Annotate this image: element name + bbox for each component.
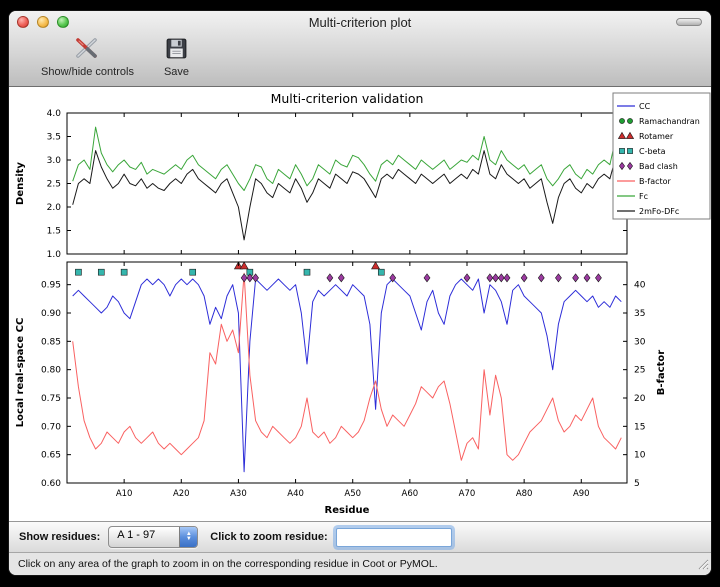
svg-text:CC: CC: [639, 102, 651, 111]
svg-text:0.75: 0.75: [41, 394, 61, 404]
svg-text:Fc: Fc: [639, 192, 648, 201]
svg-text:A20: A20: [173, 489, 190, 499]
svg-text:0.60: 0.60: [41, 479, 61, 489]
status-bar: Click on any area of the graph to zoom i…: [9, 552, 711, 575]
svg-text:A70: A70: [459, 489, 476, 499]
svg-text:Local real-space CC: Local real-space CC: [15, 318, 26, 428]
svg-text:Ramachandran: Ramachandran: [639, 117, 700, 126]
svg-text:15: 15: [634, 422, 645, 432]
close-button[interactable]: [17, 16, 29, 28]
svg-text:Rotamer: Rotamer: [639, 132, 674, 141]
multi-criterion-plot-canvas[interactable]: Multi-criterion validation 1.0 1.5 2.0 2.5 3.…: [9, 87, 711, 521]
svg-text:Bad clash: Bad clash: [639, 162, 678, 171]
resize-grip[interactable]: [696, 557, 709, 573]
svg-text:3.5: 3.5: [47, 133, 61, 143]
svg-text:A30: A30: [230, 489, 247, 499]
window-chrome: Multi-criterion plot Show/hide controls: [9, 11, 711, 87]
show-hide-controls-label: Show/hide controls: [41, 66, 134, 78]
desktop-background: { "window": { "title": "Multi-criterion …: [0, 0, 720, 587]
popup-stepper-icon: ▲▼: [179, 527, 197, 547]
bottom-controls: Show residues: A 1 - 97 ▲▼ Click to zoom…: [9, 521, 711, 552]
cc-bfactor-plot: 0.60 0.65 0.70 0.75 0.80 0.85 0.90 0.95 5 10 15 20 2…: [15, 262, 667, 516]
show-hide-controls-button[interactable]: Show/hide controls: [41, 36, 134, 78]
svg-text:3.0: 3.0: [47, 156, 62, 166]
plot-area: Multi-criterion validation 1.0 1.5 2.0 2.5 3.…: [9, 87, 711, 521]
toolbar: Show/hide controls Save: [9, 33, 711, 86]
svg-text:0.80: 0.80: [41, 366, 61, 376]
minimize-button[interactable]: [37, 16, 49, 28]
toolbar-toggle-button[interactable]: [676, 18, 702, 26]
svg-text:40: 40: [634, 281, 646, 291]
svg-text:A50: A50: [344, 489, 361, 499]
svg-text:A80: A80: [516, 489, 533, 499]
svg-text:0.65: 0.65: [41, 451, 61, 461]
multi-criterion-plot-window: Multi-criterion plot Show/hide controls: [8, 10, 712, 576]
svg-text:Multi-criterion validation: Multi-criterion validation: [271, 91, 424, 106]
window-title: Multi-criterion plot: [9, 15, 711, 30]
svg-text:B-factor: B-factor: [656, 350, 667, 395]
svg-text:0.95: 0.95: [41, 281, 61, 291]
svg-text:35: 35: [634, 309, 645, 319]
svg-text:2mFo-DFc: 2mFo-DFc: [639, 207, 679, 216]
save-button[interactable]: Save: [164, 36, 189, 78]
svg-text:1.0: 1.0: [47, 250, 62, 260]
titlebar[interactable]: Multi-criterion plot: [9, 11, 711, 33]
svg-text:0.90: 0.90: [41, 309, 61, 319]
zoom-button[interactable]: [57, 16, 69, 28]
traffic-lights: [17, 16, 69, 28]
svg-text:4.0: 4.0: [47, 109, 62, 119]
svg-text:10: 10: [634, 451, 646, 461]
zoom-residue-label: Click to zoom residue:: [210, 531, 327, 543]
svg-text:A90: A90: [573, 489, 590, 499]
svg-text:5: 5: [634, 479, 640, 489]
svg-text:1.5: 1.5: [47, 227, 61, 237]
svg-text:2.5: 2.5: [47, 180, 61, 190]
density-plot: 1.0 1.5 2.0 2.5 3.0 3.5 4.0 Density: [15, 109, 627, 260]
zoom-residue-input[interactable]: [336, 528, 452, 547]
save-label: Save: [164, 66, 189, 78]
show-residues-label: Show residues:: [19, 531, 100, 543]
svg-text:A60: A60: [402, 489, 419, 499]
svg-text:20: 20: [634, 394, 646, 404]
svg-text:C-beta: C-beta: [639, 147, 666, 156]
svg-text:A10: A10: [116, 489, 133, 499]
svg-text:25: 25: [634, 366, 645, 376]
svg-text:0.70: 0.70: [41, 422, 61, 432]
plot-legend: CC Ramachandran Rotamer C-beta Bad clash B-fa…: [613, 93, 710, 219]
svg-text:B-factor: B-factor: [639, 177, 672, 186]
svg-text:A40: A40: [287, 489, 304, 499]
crossed-tools-icon: [74, 36, 100, 66]
svg-text:0.85: 0.85: [41, 337, 61, 347]
status-text: Click on any area of the graph to zoom i…: [18, 558, 438, 570]
svg-text:Density: Density: [15, 162, 26, 205]
svg-text:2.0: 2.0: [47, 203, 62, 213]
residue-range-value: A 1 - 97: [109, 527, 179, 547]
floppy-disk-icon: [164, 36, 189, 66]
svg-text:Residue: Residue: [325, 505, 370, 516]
residue-range-select[interactable]: A 1 - 97 ▲▼: [108, 526, 198, 548]
svg-text:30: 30: [634, 337, 646, 347]
